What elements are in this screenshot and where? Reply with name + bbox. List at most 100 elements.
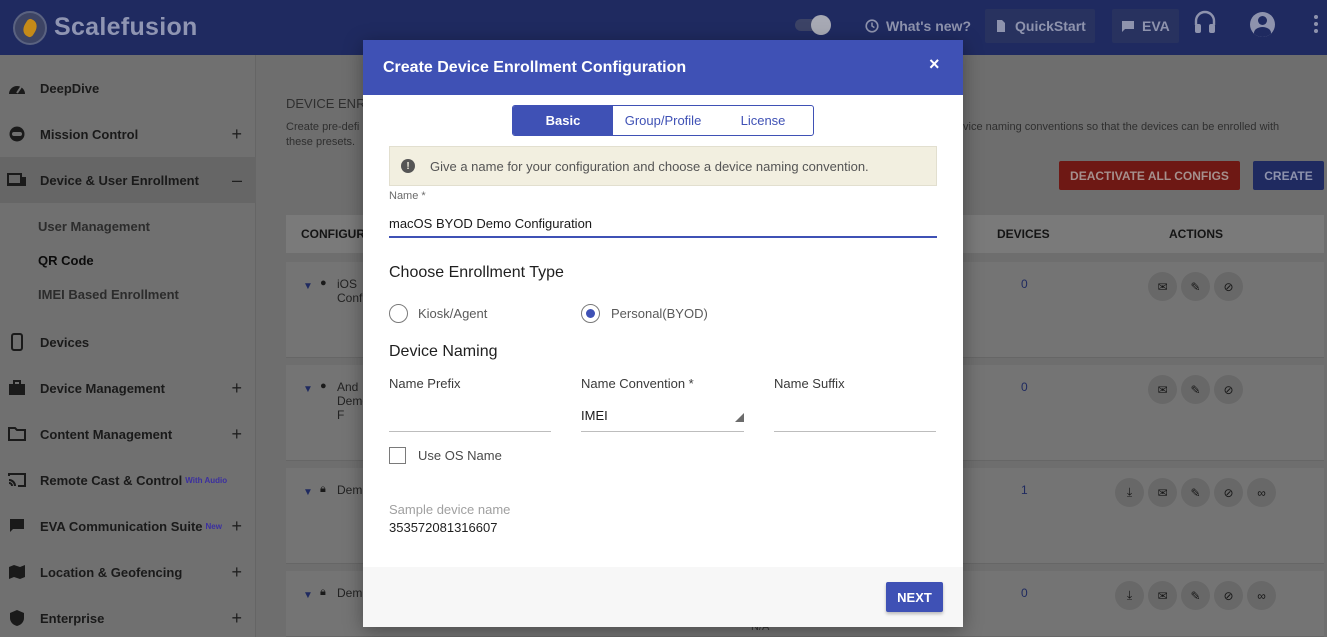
name-suffix-input[interactable] bbox=[774, 400, 936, 432]
use-os-name-label[interactable]: Use OS Name bbox=[418, 448, 502, 463]
toggle-knob bbox=[811, 15, 831, 35]
sample-device-name-value: 353572081316607 bbox=[389, 520, 498, 535]
dialog-title: Create Device Enrollment Configuration bbox=[383, 58, 687, 76]
personal-byod-radio[interactable] bbox=[581, 304, 600, 323]
personal-byod-label[interactable]: Personal(BYOD) bbox=[611, 306, 708, 321]
kiosk-agent-label[interactable]: Kiosk/Agent bbox=[418, 306, 487, 321]
create-button[interactable]: CREATE bbox=[1253, 161, 1324, 190]
download-icon[interactable]: ⤓ bbox=[1115, 478, 1144, 507]
clock-icon bbox=[865, 19, 879, 33]
expand-caret-icon[interactable]: ▼ bbox=[303, 590, 313, 601]
lock-icon: 🔒︎ bbox=[320, 586, 326, 598]
sidebar-item-label: Devices bbox=[40, 334, 90, 350]
link-icon[interactable]: ∞ bbox=[1247, 478, 1276, 507]
collapse-icon[interactable]: – bbox=[232, 170, 242, 191]
sidebar-item-remote-cast[interactable]: Remote Cast & Control With Audio bbox=[0, 457, 256, 503]
download-icon[interactable]: ⤓ bbox=[1115, 581, 1144, 610]
account-icon[interactable] bbox=[1250, 12, 1275, 37]
device-count[interactable]: 0 bbox=[1021, 586, 1028, 600]
eva-button[interactable]: EVA bbox=[1112, 9, 1179, 43]
sidebar-item-label: Content Management bbox=[40, 426, 173, 442]
expand-caret-icon[interactable]: ▼ bbox=[303, 281, 313, 292]
email-icon[interactable]: ✉ bbox=[1148, 581, 1177, 610]
expand-caret-icon[interactable]: ▼ bbox=[303, 384, 313, 395]
tab-group-profile[interactable]: Group/Profile bbox=[613, 106, 713, 135]
name-prefix-input[interactable] bbox=[389, 400, 551, 432]
theme-toggle[interactable] bbox=[793, 15, 831, 35]
expand-caret-icon[interactable]: ▼ bbox=[303, 487, 313, 498]
sidebar-item-eva-communication[interactable]: EVA Communication Suite New + bbox=[0, 503, 256, 549]
link-icon[interactable]: ∞ bbox=[1247, 581, 1276, 610]
disable-icon[interactable]: ⊘ bbox=[1214, 581, 1243, 610]
name-convention-value: IMEI bbox=[581, 408, 608, 423]
email-icon[interactable]: ✉ bbox=[1148, 272, 1177, 301]
sidebar-item-deepdive[interactable]: DeepDive bbox=[0, 65, 256, 111]
logo[interactable]: Scalefusion bbox=[13, 10, 198, 45]
headset-icon[interactable] bbox=[1193, 10, 1217, 36]
edit-icon[interactable]: ✎ bbox=[1181, 478, 1210, 507]
sidebar-item-mission-control[interactable]: Mission Control + bbox=[0, 111, 256, 157]
name-label: Name * bbox=[389, 190, 426, 202]
quickstart-button[interactable]: QuickStart bbox=[985, 9, 1095, 43]
briefcase-icon bbox=[7, 380, 27, 396]
document-icon bbox=[997, 20, 1005, 32]
config-name-input[interactable] bbox=[389, 210, 937, 238]
edit-icon[interactable]: ✎ bbox=[1181, 581, 1210, 610]
deactivate-all-configs-button[interactable]: DEACTIVATE ALL CONFIGS bbox=[1059, 161, 1240, 190]
edit-icon[interactable]: ✎ bbox=[1181, 375, 1210, 404]
column-header-devices[interactable]: DEVICES bbox=[997, 227, 1050, 241]
map-icon bbox=[7, 564, 27, 580]
edit-icon[interactable]: ✎ bbox=[1181, 272, 1210, 301]
sidebar-item-location-geofencing[interactable]: Location & Geofencing + bbox=[0, 549, 256, 595]
close-icon[interactable]: × bbox=[929, 55, 943, 73]
enrollment-type-heading: Choose Enrollment Type bbox=[389, 264, 564, 281]
page-title: DEVICE ENR bbox=[286, 96, 366, 111]
mission-icon bbox=[7, 126, 27, 142]
with-audio-badge: With Audio bbox=[185, 475, 228, 485]
name-convention-select[interactable]: IMEI bbox=[581, 400, 744, 432]
sidebar-item-label: Mission Control bbox=[40, 126, 139, 142]
name-prefix-label: Name Prefix bbox=[389, 376, 461, 391]
sidebar-item-enterprise[interactable]: Enterprise + bbox=[0, 595, 256, 637]
email-icon[interactable]: ✉ bbox=[1148, 478, 1177, 507]
whats-new-button[interactable]: What's new? bbox=[865, 9, 971, 43]
device-count[interactable]: 1 bbox=[1021, 483, 1028, 497]
sidebar-item-devices[interactable]: Devices bbox=[0, 319, 256, 365]
device-count[interactable]: 0 bbox=[1021, 277, 1028, 291]
kiosk-agent-radio[interactable] bbox=[389, 304, 408, 323]
tab-basic[interactable]: Basic bbox=[513, 106, 613, 135]
sidebar-subitem-user-management[interactable]: User Management bbox=[38, 219, 150, 234]
tab-license[interactable]: License bbox=[713, 106, 813, 135]
name-convention-label: Name Convention * bbox=[581, 376, 694, 391]
sidebar-item-label: DeepDive bbox=[40, 80, 100, 96]
expand-icon[interactable]: + bbox=[231, 424, 242, 445]
disable-icon[interactable]: ⊘ bbox=[1214, 478, 1243, 507]
use-os-name-checkbox[interactable] bbox=[389, 447, 406, 464]
disable-icon[interactable]: ⊘ bbox=[1214, 272, 1243, 301]
expand-icon[interactable]: + bbox=[231, 516, 242, 537]
sidebar-subitem-imei-enrollment[interactable]: IMEI Based Enrollment bbox=[38, 287, 179, 302]
sidebar: DeepDive Mission Control + Device & User… bbox=[0, 55, 256, 637]
config-name: And Demo F bbox=[337, 380, 370, 422]
expand-icon[interactable]: + bbox=[231, 378, 242, 399]
sidebar-item-label: Enterprise bbox=[40, 610, 105, 626]
eva-label: EVA bbox=[1142, 18, 1170, 34]
sidebar-item-content-management[interactable]: Content Management + bbox=[0, 411, 256, 457]
next-button[interactable]: NEXT bbox=[886, 582, 943, 612]
sidebar-item-label: EVA Communication Suite bbox=[40, 518, 203, 534]
device-count[interactable]: 0 bbox=[1021, 380, 1028, 394]
dialog-header: Create Device Enrollment Configuration × bbox=[363, 40, 963, 95]
expand-icon[interactable]: + bbox=[231, 562, 242, 583]
lock-icon: 🔒︎ bbox=[320, 483, 326, 495]
more-menu-icon[interactable] bbox=[1314, 15, 1318, 35]
expand-icon[interactable]: + bbox=[231, 608, 242, 629]
sidebar-item-label: Device Management bbox=[40, 380, 165, 396]
cast-icon bbox=[7, 472, 27, 488]
expand-icon[interactable]: + bbox=[231, 124, 242, 145]
disable-icon[interactable]: ⊘ bbox=[1214, 375, 1243, 404]
phone-icon bbox=[7, 333, 27, 351]
sidebar-item-device-management[interactable]: Device Management + bbox=[0, 365, 256, 411]
sidebar-subitem-qr-code[interactable]: QR Code bbox=[38, 253, 94, 268]
sidebar-item-device-user-enrollment[interactable]: Device & User Enrollment – bbox=[0, 157, 256, 203]
email-icon[interactable]: ✉ bbox=[1148, 375, 1177, 404]
